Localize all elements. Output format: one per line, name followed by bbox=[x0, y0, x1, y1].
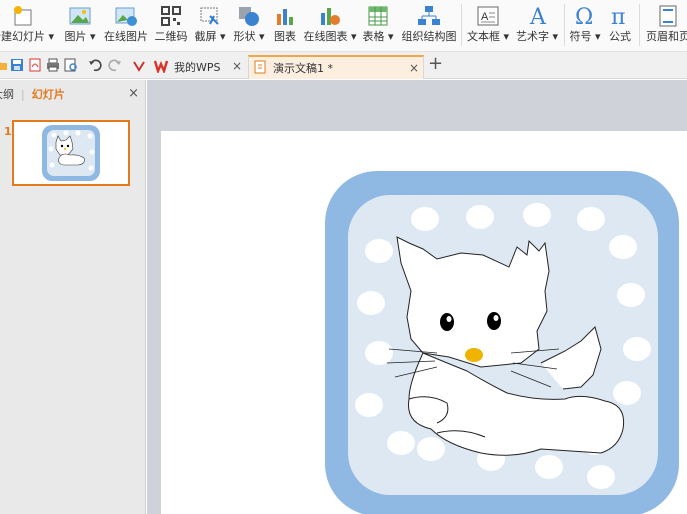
picture-button[interactable]: 图片 ▾ bbox=[62, 0, 98, 52]
online-chart-button[interactable]: 在线图表 ▾ bbox=[303, 0, 357, 52]
formula-icon: π bbox=[608, 4, 632, 30]
tab-close-icon[interactable]: × bbox=[232, 59, 242, 73]
header-footer-label: 页眉和页 bbox=[646, 30, 687, 43]
tab-bar: 我的WPS × 演示文稿1 * × + bbox=[0, 52, 687, 79]
table-label: 表格 ▾ bbox=[362, 30, 394, 43]
table-button[interactable]: 表格 ▾ bbox=[362, 0, 394, 52]
screenshot-button[interactable]: 截屏 ▾ bbox=[194, 0, 226, 52]
wordart-icon: A bbox=[525, 4, 549, 30]
online-chart-icon bbox=[318, 4, 342, 28]
customize-toolbar-icon[interactable] bbox=[132, 58, 146, 72]
redo-icon[interactable] bbox=[108, 58, 122, 72]
screenshot-label: 截屏 ▾ bbox=[194, 30, 226, 43]
shapes-icon bbox=[237, 4, 261, 28]
slides-panel: 大纲 | 幻灯片 × 1 bbox=[0, 80, 146, 514]
online-picture-label: 在线图片 bbox=[104, 30, 148, 43]
thumbnail-cat-picture-icon bbox=[42, 125, 100, 181]
header-footer-icon bbox=[656, 4, 680, 28]
formula-label: 公式 bbox=[609, 30, 631, 43]
ribbon-separator bbox=[564, 4, 565, 46]
online-picture-icon bbox=[114, 4, 138, 28]
qrcode-label: 二维码 bbox=[154, 30, 188, 43]
tab-my-wps-label: 我的WPS bbox=[174, 61, 221, 74]
formula-button[interactable]: π 公式 bbox=[606, 0, 634, 52]
wps-logo-icon bbox=[153, 59, 169, 76]
textbox-button[interactable]: A 文本框 ▾ bbox=[466, 0, 510, 52]
qrcode-button[interactable]: 二维码 bbox=[154, 0, 188, 52]
table-icon bbox=[366, 4, 390, 28]
textbox-icon: A bbox=[476, 4, 500, 28]
pane-tabs: 大纲 | 幻灯片 bbox=[0, 80, 146, 108]
header-footer-button[interactable]: 页眉和页 bbox=[644, 0, 687, 52]
qrcode-icon bbox=[159, 4, 183, 28]
cat-picture-icon[interactable] bbox=[161, 131, 687, 514]
new-slide-button[interactable]: 新建幻灯片 ▾ bbox=[0, 0, 54, 52]
symbol-icon: Ω bbox=[573, 4, 597, 30]
svg-text:A: A bbox=[481, 11, 489, 23]
preview-icon[interactable] bbox=[64, 58, 78, 72]
tab-outline[interactable]: 大纲 bbox=[0, 86, 14, 102]
tab-slides[interactable]: 幻灯片 bbox=[32, 86, 65, 102]
org-chart-icon bbox=[417, 4, 441, 28]
textbox-label: 文本框 ▾ bbox=[466, 30, 510, 43]
ribbon-toolbar: 新建幻灯片 ▾ 图片 ▾ 在线图片 二维码 截屏 ▾ 形状 ▾ bbox=[0, 0, 687, 52]
symbol-label: 符号 ▾ bbox=[569, 30, 601, 43]
shapes-label: 形状 ▾ bbox=[233, 30, 265, 43]
online-picture-button[interactable]: 在线图片 bbox=[104, 0, 148, 52]
close-pane-icon[interactable]: × bbox=[128, 86, 139, 101]
picture-label: 图片 ▾ bbox=[64, 30, 96, 43]
tab-close-icon[interactable]: × bbox=[409, 61, 419, 75]
shapes-button[interactable]: 形状 ▾ bbox=[232, 0, 266, 52]
online-chart-label: 在线图表 ▾ bbox=[303, 30, 357, 43]
screenshot-icon bbox=[198, 4, 222, 28]
chart-label: 图表 bbox=[274, 30, 296, 43]
wordart-button[interactable]: A 艺术字 ▾ bbox=[515, 0, 559, 52]
symbol-button[interactable]: Ω 符号 ▾ bbox=[568, 0, 602, 52]
svg-text:Ω: Ω bbox=[575, 5, 593, 28]
org-chart-label: 组织结构图 bbox=[401, 30, 457, 43]
pane-tab-divider: | bbox=[21, 87, 25, 101]
open-folder-icon[interactable] bbox=[0, 58, 8, 72]
chart-icon bbox=[273, 4, 297, 28]
new-slide-icon bbox=[10, 4, 34, 28]
ribbon-separator bbox=[461, 4, 462, 46]
new-slide-label: 新建幻灯片 ▾ bbox=[0, 30, 55, 43]
print-icon[interactable] bbox=[46, 58, 60, 72]
presentation-file-icon bbox=[253, 60, 267, 77]
save-icon[interactable] bbox=[10, 58, 24, 72]
svg-text:π: π bbox=[611, 5, 625, 28]
slide-number: 1 bbox=[4, 125, 12, 138]
new-tab-icon[interactable]: + bbox=[428, 53, 443, 74]
svg-text:A: A bbox=[529, 5, 547, 28]
tab-my-wps[interactable]: 我的WPS × bbox=[150, 55, 250, 79]
slide-thumbnail[interactable] bbox=[12, 120, 130, 186]
wordart-label: 艺术字 ▾ bbox=[515, 30, 559, 43]
undo-icon[interactable] bbox=[88, 58, 102, 72]
ribbon-separator bbox=[639, 4, 640, 46]
export-pdf-icon[interactable] bbox=[28, 58, 42, 72]
picture-icon bbox=[68, 4, 92, 28]
chart-button[interactable]: 图表 bbox=[272, 0, 298, 52]
org-chart-button[interactable]: 组织结构图 bbox=[401, 0, 457, 52]
tab-presentation[interactable]: 演示文稿1 * × bbox=[248, 55, 424, 79]
slide-canvas[interactable] bbox=[161, 131, 687, 514]
slide-editor-area bbox=[147, 80, 687, 514]
tab-presentation-label: 演示文稿1 * bbox=[273, 62, 333, 75]
